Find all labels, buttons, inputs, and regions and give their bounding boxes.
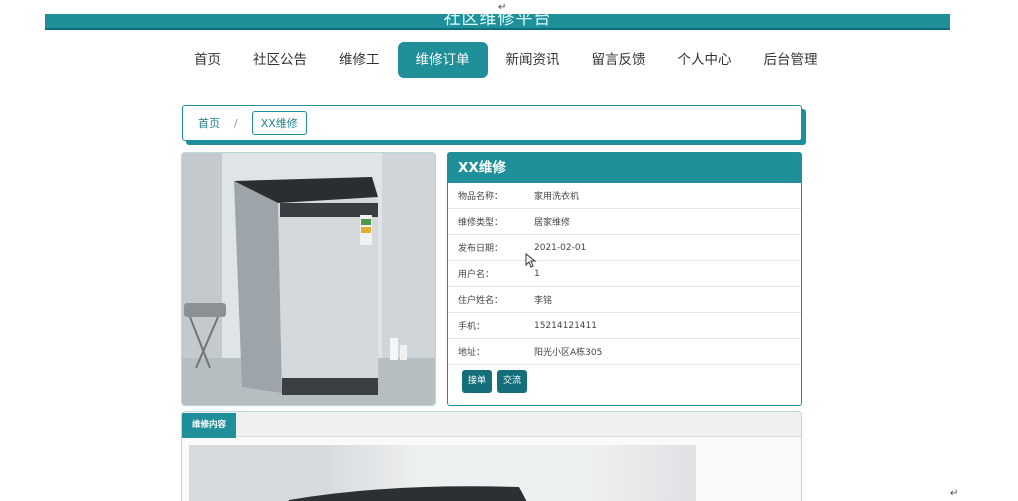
- detail-label: 发布日期：: [458, 244, 504, 254]
- breadcrumb: 首页 / XX维修: [182, 105, 802, 141]
- details-actions: 接单 交流: [448, 365, 801, 398]
- detail-label: 用户名：: [458, 270, 495, 280]
- detail-value: 李铭: [534, 296, 553, 306]
- chat-button[interactable]: 交流: [497, 370, 528, 393]
- nav-item-announcements[interactable]: 社区公告: [237, 42, 323, 78]
- detail-row-resident-name: 住户姓名： 李铭: [448, 287, 801, 313]
- detail-value: 家用洗衣机: [534, 192, 580, 202]
- page: ↵ 社区维修平台 首页 社区公告 维修工 维修订单 新闻资讯 留言反馈 个人中心…: [0, 0, 1018, 501]
- repair-content-panel: 维修内容: [181, 411, 802, 501]
- main-nav: 首页 社区公告 维修工 维修订单 新闻资讯 留言反馈 个人中心 后台管理: [178, 42, 834, 78]
- nav-item-feedback[interactable]: 留言反馈: [576, 42, 662, 78]
- detail-label: 维修类型：: [458, 218, 504, 228]
- site-header: 社区维修平台: [45, 14, 950, 30]
- detail-row-phone: 手机： 15214121411: [448, 313, 801, 339]
- detail-value: 1: [534, 268, 540, 279]
- nav-item-news[interactable]: 新闻资讯: [490, 42, 576, 78]
- detail-row-repair-type: 维修类型： 居家维修: [448, 209, 801, 235]
- breadcrumb-home-link[interactable]: 首页: [198, 115, 220, 131]
- detail-value: 阳光小区A栋305: [534, 348, 603, 358]
- nav-item-admin[interactable]: 后台管理: [748, 42, 834, 78]
- accept-order-button[interactable]: 接单: [462, 370, 493, 393]
- detail-row-address: 地址： 阳光小区A栋305: [448, 339, 801, 365]
- breadcrumb-current: XX维修: [251, 111, 307, 135]
- detail-value: 2021-02-01: [534, 242, 587, 253]
- washing-machine-image: [189, 445, 594, 501]
- site-title: 社区维修平台: [443, 14, 552, 29]
- product-image: [181, 152, 436, 406]
- nav-item-home[interactable]: 首页: [178, 42, 237, 78]
- detail-row-username: 用户名： 1: [448, 261, 801, 287]
- details-title: XX维修: [448, 153, 801, 183]
- detail-label: 地址：: [458, 348, 486, 358]
- detail-row-publish-date: 发布日期： 2021-02-01: [448, 235, 801, 261]
- nav-item-profile[interactable]: 个人中心: [662, 42, 748, 78]
- detail-value: 15214121411: [534, 320, 597, 331]
- return-arrow-icon: ↵: [498, 2, 507, 13]
- return-arrow-icon: ↵: [950, 488, 959, 499]
- content-image: [189, 445, 696, 501]
- washing-machine-image: [182, 153, 435, 405]
- nav-item-repairmen[interactable]: 维修工: [323, 42, 396, 78]
- nav-item-repair-orders[interactable]: 维修订单: [397, 42, 488, 78]
- detail-row-item-name: 物品名称： 家用洗衣机: [448, 183, 801, 209]
- tab-repair-content[interactable]: 维修内容: [182, 413, 237, 438]
- mouse-cursor-icon: [525, 253, 537, 268]
- detail-label: 手机：: [458, 322, 486, 332]
- content-tabbar: 维修内容: [182, 412, 801, 438]
- breadcrumb-separator: /: [234, 116, 238, 130]
- order-details-panel: XX维修 物品名称： 家用洗衣机 维修类型： 居家维修 发布日期： 2021-0…: [447, 152, 802, 406]
- detail-label: 住户姓名：: [458, 296, 504, 306]
- detail-value: 居家维修: [534, 218, 571, 228]
- detail-label: 物品名称：: [458, 192, 504, 202]
